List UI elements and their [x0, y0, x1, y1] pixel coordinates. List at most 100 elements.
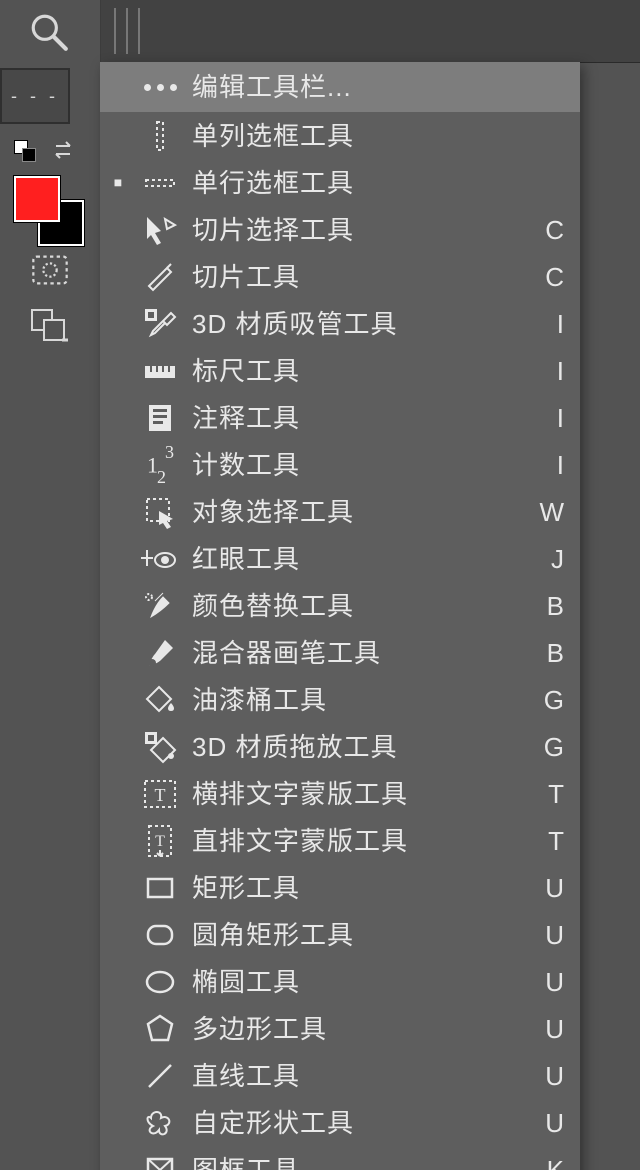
menu-item-mixer-brush[interactable]: 混合器画笔工具B [100, 629, 580, 676]
menu-item-shortcut: C [528, 264, 574, 290]
svg-text:T: T [155, 833, 165, 850]
menu-item-label: 图框工具 [188, 1157, 528, 1170]
tool-flyout-menu: 编辑工具栏... 单列选框工具■单行选框工具切片选择工具C切片工具C3D 材质吸… [100, 62, 580, 1170]
menu-item-object-selection[interactable]: 对象选择工具W [100, 488, 580, 535]
menu-item-label: 计数工具 [188, 452, 528, 478]
screen-mode-toggle[interactable] [30, 304, 70, 344]
single-row-marquee-icon [132, 164, 188, 202]
menu-item-shortcut: I [528, 311, 574, 337]
menu-item-label: 3D 材质吸管工具 [188, 311, 528, 337]
menu-item-single-column-marquee[interactable]: 单列选框工具 [100, 112, 580, 159]
menu-item-shortcut: B [528, 640, 574, 666]
rectangle-icon [132, 869, 188, 907]
menu-item-shortcut: U [528, 1016, 574, 1042]
slice-select-icon [132, 211, 188, 249]
count-icon: 123 [132, 449, 188, 481]
menu-item-label: 红眼工具 [188, 546, 528, 572]
menu-item-rounded-rectangle[interactable]: 圆角矩形工具U [100, 911, 580, 958]
menu-item-shortcut: U [528, 1110, 574, 1136]
menu-item-material-drop[interactable]: 3D 材质拖放工具G [100, 723, 580, 770]
slice-icon [132, 258, 188, 296]
mixer-brush-icon [132, 634, 188, 672]
menu-item-color-replace[interactable]: 颜色替换工具B [100, 582, 580, 629]
menu-item-shortcut: U [528, 922, 574, 948]
foreground-color-swatch[interactable] [14, 176, 60, 222]
menu-item-shortcut: U [528, 969, 574, 995]
menu-item-label: 直线工具 [188, 1063, 528, 1089]
material-drop-icon [132, 728, 188, 766]
menu-item-shortcut: J [528, 546, 574, 572]
menu-item-slice[interactable]: 切片工具C [100, 253, 580, 300]
menu-item-shortcut: I [528, 452, 574, 478]
menu-item-material-eyedropper[interactable]: 3D 材质吸管工具I [100, 300, 580, 347]
menu-item-label: 对象选择工具 [188, 499, 528, 525]
ellipse-icon [132, 963, 188, 1001]
zoom-tool[interactable] [14, 4, 84, 64]
swap-colors-icon[interactable] [52, 137, 78, 163]
menu-item-slice-select[interactable]: 切片选择工具C [100, 206, 580, 253]
menu-item-label: 标尺工具 [188, 358, 528, 384]
default-colors-row [14, 130, 86, 170]
menu-item-red-eye[interactable]: 红眼工具J [100, 535, 580, 582]
menu-item-label: 混合器画笔工具 [188, 640, 528, 666]
menu-item-label: 椭圆工具 [188, 969, 528, 995]
menu-item-label: 单行选框工具 [188, 170, 528, 196]
menu-item-label: 3D 材质拖放工具 [188, 734, 528, 760]
menu-item-ellipse[interactable]: 椭圆工具U [100, 958, 580, 1005]
horizontal-type-mask-icon: T [132, 775, 188, 813]
menu-item-shortcut: W [528, 499, 574, 525]
menu-item-shortcut: K [528, 1157, 574, 1170]
menu-item-count[interactable]: 123计数工具I [100, 441, 580, 488]
material-eyedropper-icon [132, 305, 188, 343]
menu-item-frame[interactable]: 图框工具K [100, 1146, 580, 1170]
vertical-type-mask-icon: T [132, 822, 188, 860]
menu-item-label: 直排文字蒙版工具 [188, 828, 528, 854]
magnifier-icon [28, 11, 70, 58]
menu-item-custom-shape[interactable]: 自定形状工具U [100, 1099, 580, 1146]
menu-item-rectangle[interactable]: 矩形工具U [100, 864, 580, 911]
document-ruler [100, 0, 640, 63]
menu-item-line[interactable]: 直线工具U [100, 1052, 580, 1099]
menu-item-single-row-marquee[interactable]: ■单行选框工具 [100, 159, 580, 206]
menu-edit-toolbar-label: 编辑工具栏... [188, 74, 528, 100]
menu-item-label: 自定形状工具 [188, 1110, 528, 1136]
menu-item-shortcut: G [528, 687, 574, 713]
ellipsis-icon [132, 84, 188, 91]
note-icon [132, 399, 188, 437]
default-colors-icon[interactable] [14, 140, 34, 160]
menu-item-polygon[interactable]: 多边形工具U [100, 1005, 580, 1052]
menu-item-shortcut: T [528, 828, 574, 854]
menu-item-label: 横排文字蒙版工具 [188, 781, 528, 807]
menu-item-shortcut: I [528, 405, 574, 431]
polygon-icon [132, 1010, 188, 1048]
rounded-rectangle-icon [132, 916, 188, 954]
menu-item-shortcut: G [528, 734, 574, 760]
menu-item-shortcut: U [528, 875, 574, 901]
paint-bucket-icon [132, 681, 188, 719]
menu-item-horizontal-type-mask[interactable]: T横排文字蒙版工具T [100, 770, 580, 817]
menu-item-shortcut: T [528, 781, 574, 807]
ruler-icon [132, 352, 188, 390]
menu-item-label: 油漆桶工具 [188, 687, 528, 713]
current-tool-marquee[interactable]: - - - [0, 68, 70, 124]
color-replace-icon [132, 587, 188, 625]
single-column-marquee-icon [132, 117, 188, 155]
menu-item-paint-bucket[interactable]: 油漆桶工具G [100, 676, 580, 723]
color-swatch[interactable] [14, 176, 84, 236]
menu-item-label: 矩形工具 [188, 875, 528, 901]
object-selection-icon [132, 493, 188, 531]
menu-item-label: 切片工具 [188, 264, 528, 290]
menu-item-ruler[interactable]: 标尺工具I [100, 347, 580, 394]
menu-item-label: 单列选框工具 [188, 123, 528, 149]
line-icon [132, 1057, 188, 1095]
quick-mask-toggle[interactable] [30, 250, 70, 290]
menu-edit-toolbar[interactable]: 编辑工具栏... [100, 62, 580, 112]
menu-item-note[interactable]: 注释工具I [100, 394, 580, 441]
menu-item-label: 颜色替换工具 [188, 593, 528, 619]
menu-item-shortcut: B [528, 593, 574, 619]
menu-item-vertical-type-mask[interactable]: T直排文字蒙版工具T [100, 817, 580, 864]
menu-item-label: 圆角矩形工具 [188, 922, 528, 948]
tool-strip: - - - [0, 0, 101, 1170]
menu-item-shortcut: C [528, 217, 574, 243]
menu-item-shortcut: U [528, 1063, 574, 1089]
